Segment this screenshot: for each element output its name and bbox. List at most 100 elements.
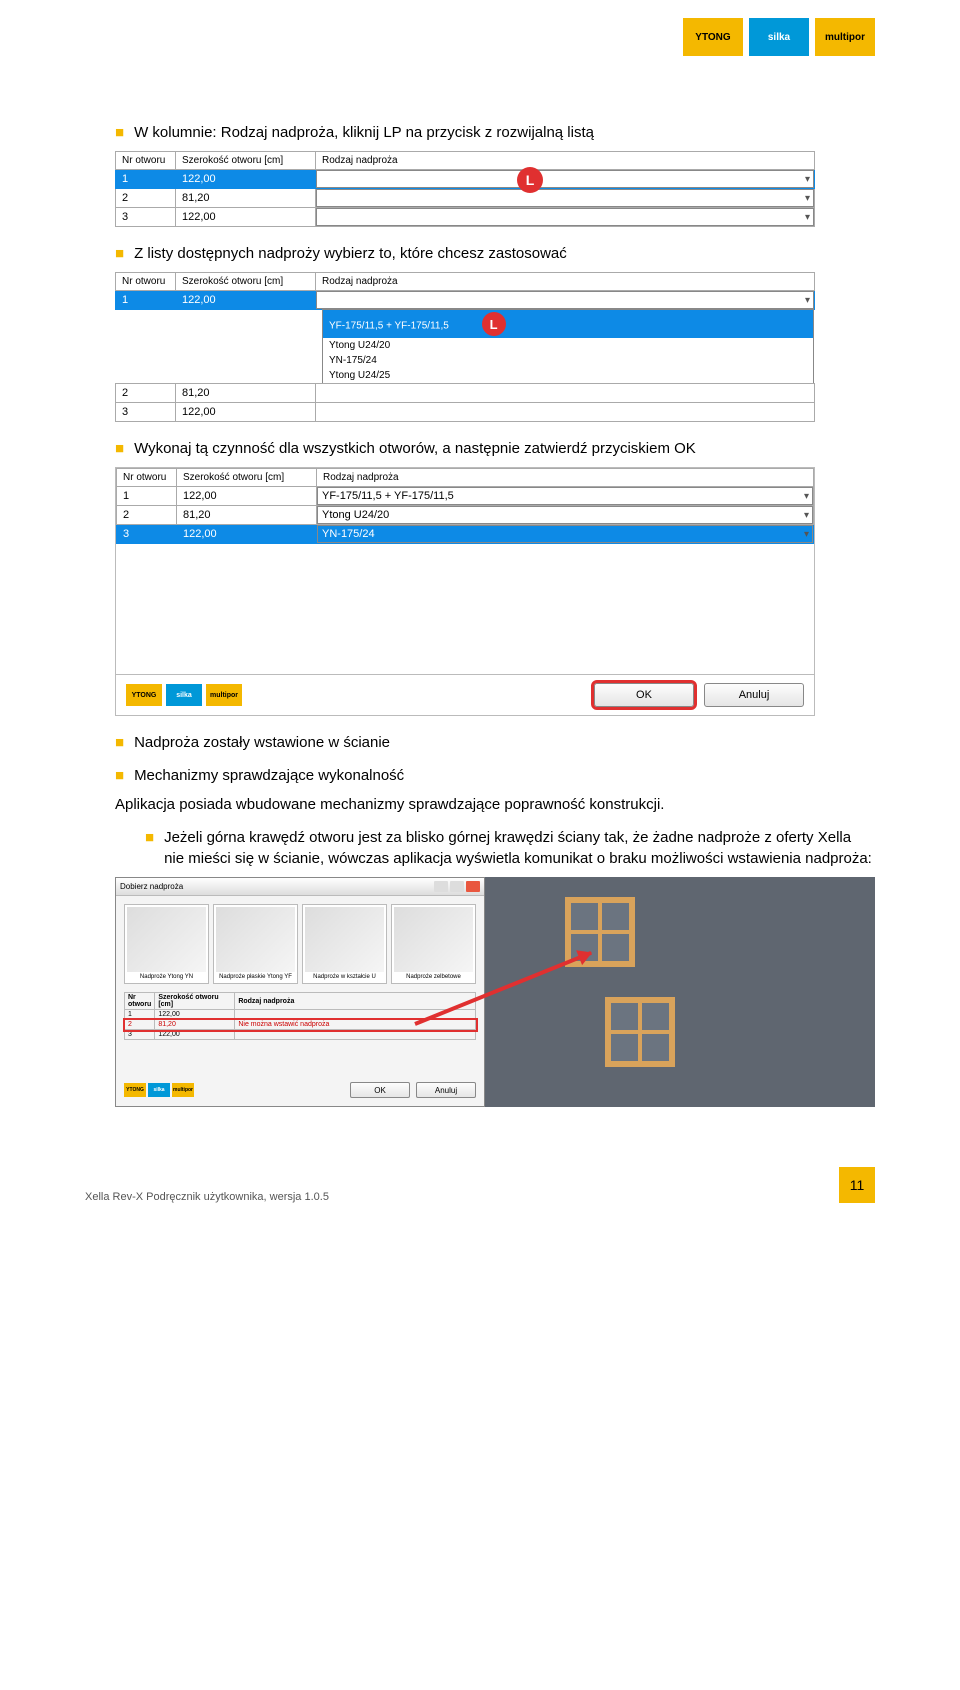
dialog-panel: Nr otworu Szerokość otworu [cm] Rodzaj n… bbox=[115, 467, 815, 716]
bullet-icon: ■ bbox=[115, 243, 124, 264]
th-width: Szerokość otworu [cm] bbox=[177, 469, 317, 487]
dialog2: Dobierz nadproża Nadproże Ytong YN Nadpr… bbox=[115, 877, 485, 1107]
badge-silka: silka bbox=[749, 18, 809, 56]
cell-nr: 1 bbox=[116, 291, 176, 310]
table2b: 2 81,20 3 122,00 bbox=[115, 383, 815, 422]
row1[interactable]: 1 122,00 bbox=[116, 291, 815, 310]
cell-nr: 3 bbox=[116, 208, 176, 227]
cell-w: 122,00 bbox=[176, 291, 316, 310]
th-nr: Nr otworu bbox=[125, 993, 155, 1010]
paragraph-1: Aplikacja posiada wbudowane mechanizmy s… bbox=[115, 794, 875, 815]
composite-block: Dobierz nadproża Nadproże Ytong YN Nadpr… bbox=[115, 877, 875, 1107]
bullet-6: ■ Jeżeli górna krawędź otworu jest za bl… bbox=[145, 827, 875, 869]
window-buttons[interactable] bbox=[434, 881, 480, 892]
bullet-1-text: W kolumnie: Rodzaj nadproża, kliknij LP … bbox=[134, 122, 594, 143]
table2: Nr otworu Szerokość otworu [cm] Rodzaj n… bbox=[115, 272, 815, 310]
dd-option-2[interactable]: Ytong U24/20 bbox=[323, 338, 813, 353]
mb-ytong: YTONG bbox=[126, 684, 162, 706]
dlg2-titlebar: Dobierz nadproża bbox=[116, 878, 484, 896]
bullet-3-text: Wykonaj tą czynność dla wszystkich otwor… bbox=[134, 438, 696, 459]
cancel-button[interactable]: Anuluj bbox=[704, 683, 804, 707]
dlg2-cancel-button[interactable]: Anuluj bbox=[416, 1082, 476, 1098]
wall-scene bbox=[485, 877, 875, 1107]
bullet-2-text: Z listy dostępnych nadproży wybierz to, … bbox=[134, 243, 567, 264]
dd-option-1[interactable]: YF-175/11,5 + YF-175/11,5 L bbox=[323, 310, 813, 338]
th-width: Szerokość otworu [cm] bbox=[176, 152, 316, 170]
th-type: Rodzaj nadproża bbox=[235, 993, 476, 1010]
typecard-3[interactable]: Nadproże w kształcie U bbox=[302, 904, 387, 984]
dlg2-footer: YTONG silka multipor OK Anuluj bbox=[116, 1078, 484, 1106]
table2-block: Nr otworu Szerokość otworu [cm] Rodzaj n… bbox=[115, 272, 875, 422]
typecard-4[interactable]: Nadproże zelbetowe bbox=[391, 904, 476, 984]
row3[interactable]: 3 122,00 YN-175/24 bbox=[117, 525, 814, 544]
row3[interactable]: 3 122,00 bbox=[116, 403, 815, 422]
dlg2-title: Dobierz nadproża bbox=[120, 882, 183, 891]
bullet-4-text: Nadproża zostały wstawione w ścianie bbox=[134, 732, 390, 753]
cell-dd[interactable] bbox=[316, 189, 815, 208]
row3[interactable]: 3 122,00 bbox=[116, 208, 815, 227]
cell-nr: 3 bbox=[117, 525, 177, 544]
row2[interactable]: 2 81,20 Ytong U24/20 bbox=[117, 506, 814, 525]
th-type: Rodzaj nadproża bbox=[316, 273, 815, 291]
cell-w: 122,00 bbox=[176, 208, 316, 227]
dropdown-list[interactable]: YF-175/11,5 + YF-175/11,5 L Ytong U24/20… bbox=[322, 309, 814, 384]
cell-w: 81,20 bbox=[176, 384, 316, 403]
bullet-4: ■ Nadproża zostały wstawione w ścianie bbox=[115, 732, 875, 753]
bullet-1: ■ W kolumnie: Rodzaj nadproża, kliknij L… bbox=[115, 122, 875, 143]
mini-badges: YTONG silka multipor bbox=[126, 684, 242, 706]
panel-footer: YTONG silka multipor OK Anuluj bbox=[116, 674, 814, 715]
row1[interactable]: 1 122,00 YF-175/11,5 + YF-175/11,5 bbox=[117, 487, 814, 506]
page-number: 11 bbox=[839, 1167, 875, 1203]
row2[interactable]: 2 81,20 bbox=[116, 189, 815, 208]
cell-dd[interactable]: Ytong U24/20 bbox=[317, 506, 814, 525]
table1-block: Nr otworu Szerokość otworu [cm] Rodzaj n… bbox=[115, 151, 875, 227]
dlg2-table: Nr otworu Szerokość otworu [cm] Rodzaj n… bbox=[124, 992, 476, 1040]
cell-w: 122,00 bbox=[177, 525, 317, 544]
table3: Nr otworu Szerokość otworu [cm] Rodzaj n… bbox=[116, 468, 814, 544]
bullet-3: ■ Wykonaj tą czynność dla wszystkich otw… bbox=[115, 438, 875, 459]
row2[interactable]: 2 81,20 bbox=[116, 384, 815, 403]
dd-option-3[interactable]: YN-175/24 bbox=[323, 353, 813, 368]
bullet-5: ■ Mechanizmy sprawdzające wykonalność bbox=[115, 765, 875, 786]
th-nr: Nr otworu bbox=[116, 273, 176, 291]
cell-nr: 3 bbox=[116, 403, 176, 422]
cell-dd[interactable]: YF-175/11,5 + YF-175/11,5 bbox=[317, 487, 814, 506]
cell-w: 81,20 bbox=[176, 189, 316, 208]
cell-dd[interactable] bbox=[316, 403, 815, 422]
cell-w: 122,00 bbox=[176, 403, 316, 422]
footer-text: Xella Rev-X Podręcznik użytkownika, wers… bbox=[85, 1191, 329, 1203]
bullet-6-text: Jeżeli górna krawędź otworu jest za blis… bbox=[164, 827, 875, 869]
dlg2-row3[interactable]: 3122,00 bbox=[125, 1030, 476, 1040]
typecard-1[interactable]: Nadproże Ytong YN bbox=[124, 904, 209, 984]
bullet-icon: ■ bbox=[115, 732, 124, 753]
bullet-icon: ■ bbox=[115, 765, 124, 786]
th-width: Szerokość otworu [cm] bbox=[176, 273, 316, 291]
cell-dd[interactable] bbox=[316, 384, 815, 403]
bullet-icon: ■ bbox=[115, 122, 124, 143]
cell-dd[interactable] bbox=[316, 208, 815, 227]
cell-w: 122,00 bbox=[176, 170, 316, 189]
dlg2-ok-button[interactable]: OK bbox=[350, 1082, 410, 1098]
cell-w: 81,20 bbox=[177, 506, 317, 525]
cell-dd[interactable] bbox=[316, 291, 815, 310]
dd-option-4[interactable]: Ytong U24/25 bbox=[323, 368, 813, 383]
th-nr: Nr otworu bbox=[117, 469, 177, 487]
th-width: Szerokość otworu [cm] bbox=[155, 993, 235, 1010]
bullet-5-text: Mechanizmy sprawdzające wykonalność bbox=[134, 765, 404, 786]
cell-dd[interactable]: L bbox=[316, 170, 815, 189]
cell-nr: 1 bbox=[117, 487, 177, 506]
row1[interactable]: 1 122,00 L bbox=[116, 170, 815, 189]
type-cards: Nadproże Ytong YN Nadproże płaskie Ytong… bbox=[116, 896, 484, 992]
dlg2-badges: YTONG silka multipor bbox=[124, 1083, 194, 1097]
th-nr: Nr otworu bbox=[116, 152, 176, 170]
bullet-icon: ■ bbox=[115, 438, 124, 459]
ok-button[interactable]: OK bbox=[594, 683, 694, 707]
panel-block: Nr otworu Szerokość otworu [cm] Rodzaj n… bbox=[115, 467, 875, 716]
dialog-buttons: OK Anuluj bbox=[594, 683, 804, 707]
mb-multipor: multipor bbox=[206, 684, 242, 706]
bullet-icon: ■ bbox=[145, 827, 154, 869]
typecard-2[interactable]: Nadproże płaskie Ytong YF bbox=[213, 904, 298, 984]
cell-dd[interactable]: YN-175/24 bbox=[317, 525, 814, 544]
badge-ytong: YTONG bbox=[683, 18, 743, 56]
table1: Nr otworu Szerokość otworu [cm] Rodzaj n… bbox=[115, 151, 815, 227]
